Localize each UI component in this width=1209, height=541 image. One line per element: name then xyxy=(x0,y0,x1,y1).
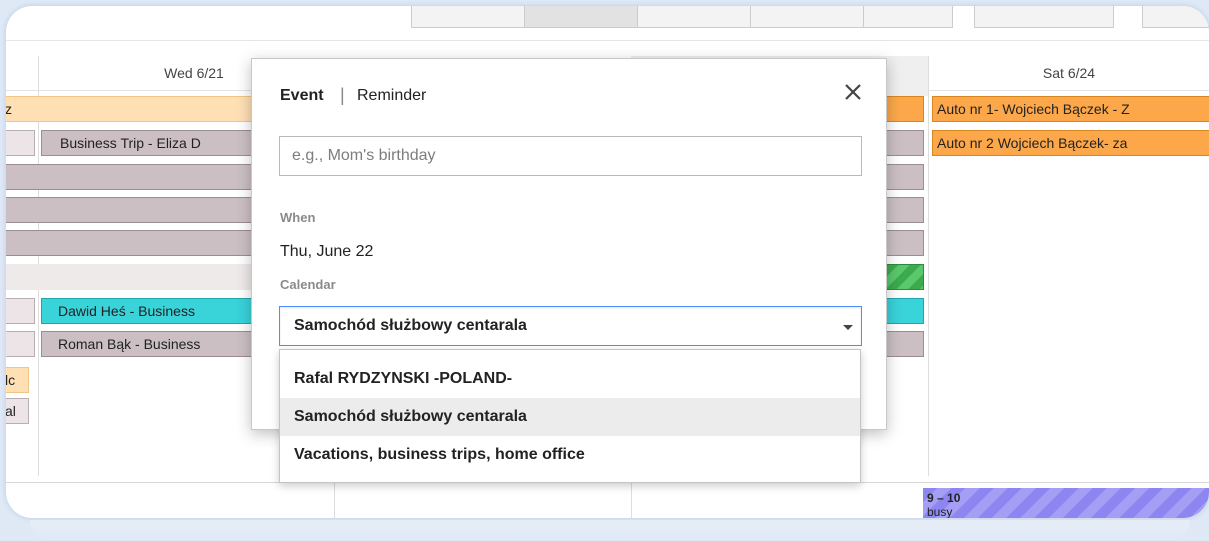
window-reflection xyxy=(30,520,1190,541)
column-divider xyxy=(334,482,335,518)
event-grey-bar[interactable] xyxy=(6,197,260,223)
event-orange-bar[interactable] xyxy=(886,96,924,122)
event-business-trip[interactable]: Business Trip - Eliza D xyxy=(41,130,261,156)
column-divider xyxy=(631,482,632,518)
chevron-down-icon xyxy=(843,325,853,330)
dropdown-option-vacations[interactable]: Vacations, business trips, home office xyxy=(280,436,860,474)
day-header-sat[interactable]: Sat 6/24 xyxy=(929,60,1209,98)
event-title-input[interactable] xyxy=(279,136,862,176)
event-green-bar[interactable] xyxy=(886,264,924,290)
toolbar-button-week[interactable] xyxy=(524,6,638,28)
dropdown-option-samochod[interactable]: Samochód służbowy centarala xyxy=(280,398,860,436)
event-grey-bar[interactable] xyxy=(886,331,924,357)
event-left-fragment[interactable]: al xyxy=(6,398,29,424)
busy-time: 9 – 10 xyxy=(927,491,961,505)
busy-block[interactable]: 9 – 10 busy xyxy=(923,488,1209,518)
busy-label: busy xyxy=(927,505,953,518)
event-fragment[interactable] xyxy=(6,130,35,156)
toolbar-button-settings[interactable] xyxy=(1142,6,1209,28)
toolbar-button-month[interactable] xyxy=(637,6,751,28)
event-left-fragment[interactable]: lc xyxy=(6,367,29,393)
toolbar-button-agenda[interactable] xyxy=(863,6,953,28)
toolbar-button-more[interactable] xyxy=(974,6,1114,28)
toolbar-button-4days[interactable] xyxy=(750,6,864,28)
event-auto-1[interactable]: Auto nr 1- Wojciech Bączek - Z xyxy=(932,96,1209,122)
tab-reminder[interactable]: Reminder xyxy=(357,87,426,105)
calendar-select[interactable]: Samochód służbowy centarala xyxy=(279,306,862,346)
when-value: Thu, June 22 xyxy=(280,243,374,260)
event-light-bar[interactable] xyxy=(6,264,260,290)
event-dawid-hes[interactable]: Dawid Heś - Business xyxy=(41,298,261,324)
event-grey-bar[interactable] xyxy=(6,230,260,256)
event-grey-bar[interactable] xyxy=(886,230,924,256)
event-grey-bar[interactable] xyxy=(886,197,924,223)
dropdown-option-rafal[interactable]: Rafal RYDZYNSKI -POLAND- xyxy=(280,360,860,398)
calendar-label: Calendar xyxy=(280,277,336,292)
event-roman-bak[interactable]: Roman Bąk - Business xyxy=(41,331,261,357)
toolbar-button-day[interactable] xyxy=(411,6,525,28)
calendar-dropdown-list: Rafal RYDZYNSKI -POLAND- Samochód służbo… xyxy=(279,349,861,483)
tab-separator: | xyxy=(340,85,345,105)
event-fragment[interactable] xyxy=(6,331,35,357)
event-grey-bar[interactable] xyxy=(886,164,924,190)
close-icon[interactable] xyxy=(842,81,864,103)
event-grey-bar[interactable] xyxy=(6,164,260,190)
event-grey-bar[interactable] xyxy=(886,130,924,156)
tab-event[interactable]: Event xyxy=(280,87,324,105)
toolbar-divider xyxy=(6,40,1209,41)
event-fragment[interactable] xyxy=(6,298,35,324)
when-label: When xyxy=(280,210,316,225)
event-auto-2[interactable]: Auto nr 2 Wojciech Bączek- za xyxy=(932,130,1209,156)
event-left-fragment[interactable]: z xyxy=(6,96,260,122)
event-cyan-bar[interactable] xyxy=(886,298,924,324)
column-divider xyxy=(928,56,929,476)
calendar-select-value: Samochód służbowy centarala xyxy=(294,317,527,334)
